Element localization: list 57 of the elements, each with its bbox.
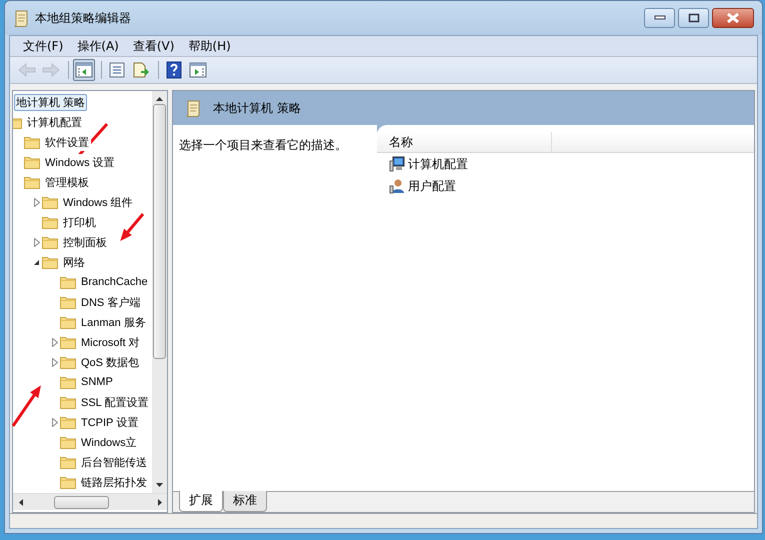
folder-icon <box>24 135 40 149</box>
tree-pane-button[interactable] <box>73 59 95 81</box>
scroll-left-icon[interactable] <box>18 498 24 506</box>
minimize-icon <box>654 15 666 21</box>
tree-item[interactable]: 后台智能传送 <box>79 454 149 470</box>
folder-icon <box>60 415 76 429</box>
description-text: 选择一个项目来查看它的描述。 <box>179 138 347 152</box>
tab[interactable]: 扩展 <box>179 491 223 512</box>
list-item[interactable]: 计算机配置 <box>407 156 469 172</box>
arrow-drawing <box>120 213 144 242</box>
close-button[interactable] <box>712 8 754 28</box>
minimize-button[interactable] <box>644 8 675 28</box>
folder-icon <box>42 255 58 269</box>
collapsed-arrow-icon[interactable] <box>34 238 40 246</box>
tree-item[interactable]: Windows 设置 <box>43 154 117 170</box>
computer-icon <box>389 156 405 172</box>
close-icon <box>726 12 740 24</box>
folder-icon <box>60 355 76 369</box>
maximize-button[interactable] <box>678 8 709 28</box>
list-item[interactable]: 用户配置 <box>407 178 457 194</box>
menu-item[interactable]: 帮助(H) <box>181 38 238 54</box>
tree-item[interactable]: 打印机 <box>61 214 98 230</box>
collapsed-arrow-icon[interactable] <box>52 418 58 426</box>
tree-item[interactable]: 地计算机 策略 <box>14 94 88 110</box>
folder-icon <box>42 235 58 249</box>
collapsed-arrow-icon[interactable] <box>52 358 58 366</box>
column-header[interactable]: 名称 <box>377 132 552 152</box>
maximize-icon <box>688 13 700 23</box>
menu-item[interactable]: 文件(F) <box>16 38 70 54</box>
folder-icon <box>42 215 58 229</box>
folder-icon <box>42 195 58 209</box>
folder-icon <box>60 475 76 489</box>
folder-icon <box>60 295 76 309</box>
folder-icon <box>60 375 76 389</box>
scroll-icon <box>185 99 201 117</box>
folder-icon <box>60 395 76 409</box>
collapsed-arrow-icon[interactable] <box>52 338 58 346</box>
folder-icon <box>60 335 76 349</box>
menu-item[interactable]: 操作(A) <box>70 38 126 54</box>
arrow-drawing <box>12 385 41 427</box>
scroll-right-icon[interactable] <box>156 498 162 506</box>
horizontal-scrollbar[interactable] <box>13 493 167 510</box>
folder-icon <box>60 435 76 449</box>
collapsed-arrow-icon[interactable] <box>34 198 40 206</box>
folder-icon <box>60 275 76 289</box>
menu-item[interactable]: 查看(V) <box>126 38 182 54</box>
user-icon <box>389 178 405 194</box>
folder-icon <box>24 175 40 189</box>
folder-icon <box>24 155 40 169</box>
tree-item[interactable]: DNS 客户端 <box>79 294 142 310</box>
pane-title: 本地计算机 策略 <box>213 100 301 116</box>
expanded-arrow-icon[interactable] <box>33 258 40 266</box>
window-title: 本地组策略编辑器 <box>35 10 131 26</box>
scroll-icon <box>13 9 29 27</box>
folder-icon <box>60 315 76 329</box>
folder-icon <box>60 455 76 469</box>
tab[interactable]: 标准 <box>223 491 267 512</box>
